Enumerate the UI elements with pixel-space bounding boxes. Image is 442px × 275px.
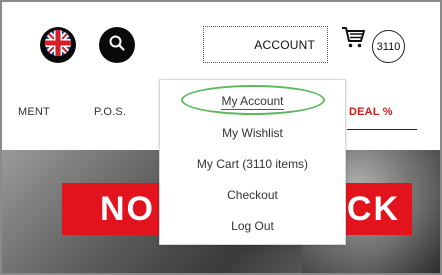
search-icon — [108, 34, 126, 57]
menu-item-label: My Cart (3110 items) — [196, 157, 309, 171]
uk-flag-icon — [44, 29, 72, 62]
highlight-annotation — [181, 85, 325, 115]
cart-count-badge[interactable]: 3110 — [372, 30, 405, 63]
menu-item-checkout[interactable]: Checkout — [160, 188, 345, 202]
banner-text-left: NO — [100, 189, 155, 228]
cart-icon[interactable] — [340, 25, 366, 51]
banner-text-right: CK — [346, 189, 400, 228]
nav-item-pos[interactable]: P.O.S. — [94, 106, 126, 118]
language-selector-button[interactable] — [40, 27, 76, 63]
account-button[interactable]: ACCOUNT — [203, 26, 328, 63]
menu-item-label: My Wishlist — [222, 126, 283, 140]
menu-item-log-out[interactable]: Log Out — [160, 219, 345, 233]
browser-viewport: ACCOUNT 3110 MENT P.O.S. DEAL % NO CK My… — [0, 0, 442, 275]
menu-item-label: Checkout — [227, 188, 278, 202]
cart-count-label: 3110 — [376, 40, 401, 53]
menu-item-label: Log Out — [231, 219, 274, 233]
menu-item-my-cart[interactable]: My Cart (3110 items) — [160, 157, 345, 171]
search-button[interactable] — [99, 27, 135, 63]
site-header: ACCOUNT 3110 — [2, 2, 440, 90]
nav-item-deal[interactable]: DEAL % — [349, 106, 393, 118]
menu-item-my-wishlist[interactable]: My Wishlist — [160, 126, 345, 140]
nav-active-underline — [347, 129, 417, 130]
nav-item-equipment[interactable]: MENT — [18, 106, 50, 118]
account-label: ACCOUNT — [254, 37, 315, 52]
